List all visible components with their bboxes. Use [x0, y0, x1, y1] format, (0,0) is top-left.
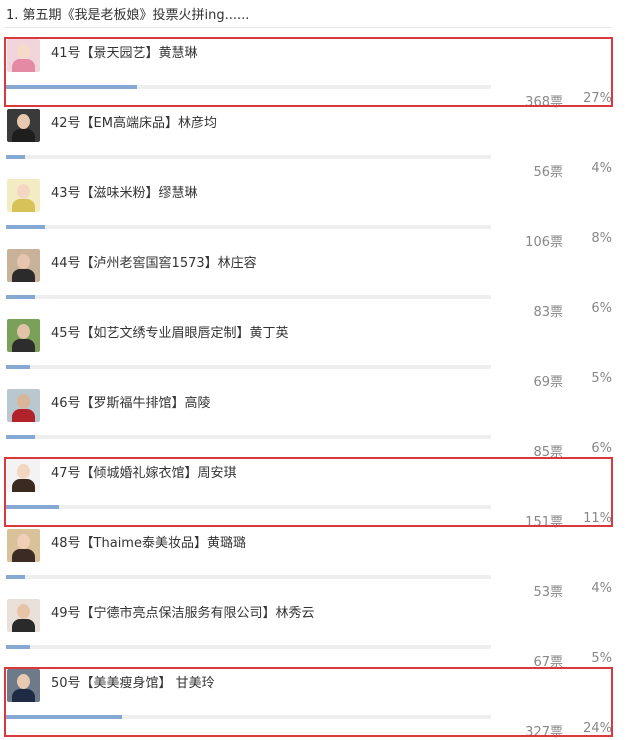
vote-progress-fill — [6, 155, 25, 159]
vote-progress-track — [6, 715, 491, 719]
candidate-label: 44号【泸州老窖国窖1573】林庄容 — [51, 256, 257, 271]
poll-item[interactable]: 45号【如艺文绣专业眉眼唇定制】黄丁英 69票 5% — [0, 313, 626, 390]
avatar-head — [17, 324, 30, 339]
candidate-avatar — [7, 179, 40, 212]
poll-title: 1. 第五期《我是老板娘》投票火拼ing...... — [6, 8, 250, 23]
poll-item[interactable]: 50号【美美瘦身馆】 甘美玲 327票 24% — [0, 663, 626, 740]
avatar-body — [12, 409, 35, 422]
vote-progress-fill — [6, 295, 35, 299]
vote-progress-fill — [6, 645, 30, 649]
avatar-head — [17, 534, 30, 549]
vote-progress-fill — [6, 85, 137, 89]
candidate-avatar — [7, 249, 40, 282]
vote-progress-fill — [6, 715, 122, 719]
poll-item[interactable]: 48号【Thaime泰美妆品】黄璐璐 53票 4% — [0, 523, 626, 600]
poll-item[interactable]: 43号【滋味米粉】缪慧琳 106票 8% — [0, 173, 626, 250]
poll-item[interactable]: 46号【罗斯福牛排馆】高陵 85票 6% — [0, 383, 626, 460]
poll-item[interactable]: 44号【泸州老窖国窖1573】林庄容 83票 6% — [0, 243, 626, 320]
vote-count: 327票 — [525, 725, 563, 740]
candidate-avatar — [7, 319, 40, 352]
avatar-body — [12, 549, 35, 562]
avatar-head — [17, 394, 30, 409]
vote-progress-track — [6, 575, 491, 579]
vote-progress-fill — [6, 575, 25, 579]
vote-progress-track — [6, 295, 491, 299]
vote-progress-track — [6, 505, 491, 509]
avatar-head — [17, 44, 30, 59]
avatar-body — [12, 269, 35, 282]
candidate-avatar — [7, 109, 40, 142]
avatar-head — [17, 464, 30, 479]
candidate-label: 50号【美美瘦身馆】 甘美玲 — [51, 676, 215, 691]
vote-progress-fill — [6, 435, 35, 439]
avatar-body — [12, 339, 35, 352]
vote-progress-fill — [6, 225, 45, 229]
avatar-head — [17, 674, 30, 689]
candidate-label: 46号【罗斯福牛排馆】高陵 — [51, 396, 211, 411]
candidate-label: 43号【滋味米粉】缪慧琳 — [51, 186, 198, 201]
vote-progress-track — [6, 365, 491, 369]
poll-item[interactable]: 49号【宁德市亮点保洁服务有限公司】林秀云 67票 5% — [0, 593, 626, 670]
vote-progress-track — [6, 435, 491, 439]
candidate-avatar — [7, 599, 40, 632]
vote-progress-fill — [6, 505, 59, 509]
avatar-body — [12, 689, 35, 702]
vote-progress-track — [6, 225, 491, 229]
poll-item[interactable]: 47号【倾城婚礼嫁衣馆】周安琪 151票 11% — [0, 453, 626, 530]
candidate-avatar — [7, 669, 40, 702]
candidate-label: 49号【宁德市亮点保洁服务有限公司】林秀云 — [51, 606, 315, 621]
vote-percent: 24% — [583, 721, 612, 736]
candidate-label: 41号【景天园艺】黄慧琳 — [51, 46, 198, 61]
avatar-body — [12, 59, 35, 72]
candidate-avatar — [7, 529, 40, 562]
vote-progress-fill — [6, 365, 30, 369]
vote-progress-track — [6, 645, 491, 649]
candidate-label: 48号【Thaime泰美妆品】黄璐璐 — [51, 536, 246, 551]
candidate-label: 42号【EM高端床品】林彦均 — [51, 116, 217, 131]
candidate-avatar — [7, 459, 40, 492]
avatar-head — [17, 184, 30, 199]
vote-progress-track — [6, 85, 491, 89]
avatar-body — [12, 199, 35, 212]
poll-item[interactable]: 41号【景天园艺】黄慧琳 368票 27% — [0, 33, 626, 110]
avatar-body — [12, 619, 35, 632]
candidate-label: 47号【倾城婚礼嫁衣馆】周安琪 — [51, 466, 237, 481]
candidate-label: 45号【如艺文绣专业眉眼唇定制】黄丁英 — [51, 326, 289, 341]
candidate-avatar — [7, 389, 40, 422]
title-divider — [4, 27, 612, 28]
avatar-head — [17, 114, 30, 129]
vote-progress-track — [6, 155, 491, 159]
poll-item[interactable]: 42号【EM高端床品】林彦均 56票 4% — [0, 103, 626, 180]
avatar-body — [12, 479, 35, 492]
candidate-avatar — [7, 39, 40, 72]
avatar-head — [17, 604, 30, 619]
avatar-head — [17, 254, 30, 269]
avatar-body — [12, 129, 35, 142]
